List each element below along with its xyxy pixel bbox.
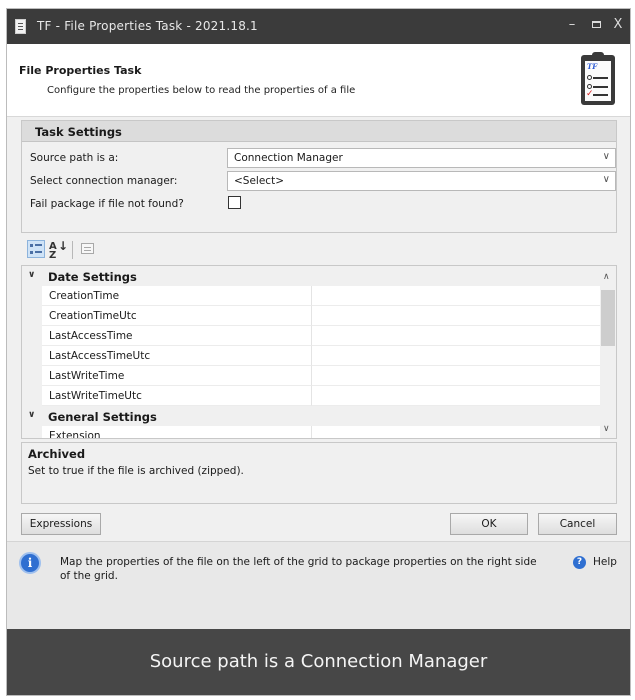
- collapse-chevron-icon[interactable]: ∨: [28, 410, 35, 420]
- sort-alphabetical-icon[interactable]: A Z ↓: [49, 240, 68, 261]
- ok-button[interactable]: OK: [450, 513, 528, 535]
- property-pages-icon[interactable]: [79, 240, 97, 258]
- help-icon[interactable]: ?: [573, 556, 586, 569]
- collapse-chevron-icon[interactable]: ∨: [28, 270, 35, 280]
- grid-category-row[interactable]: ∨ Date Settings: [22, 266, 602, 286]
- property-grid-toolbar: A Z ↓: [21, 237, 617, 263]
- property-name: LastAccessTime: [42, 326, 312, 346]
- grid-property-row[interactable]: LastAccessTime: [22, 326, 602, 346]
- info-text: Map the properties of the file on the le…: [60, 556, 537, 582]
- grid-category-label: Date Settings: [48, 270, 137, 284]
- grid-property-row[interactable]: CreationTime: [22, 286, 602, 306]
- grid-property-row[interactable]: LastWriteTime: [22, 366, 602, 386]
- property-grid: ∨ Date Settings CreationTime CreationTimeUt…: [21, 265, 617, 439]
- fail-if-not-found-row: Fail package if file not found?: [22, 194, 616, 216]
- row-gutter: [22, 386, 42, 406]
- description-title: Archived: [28, 447, 86, 461]
- grid-scrollbar[interactable]: ∧ ∨: [600, 266, 616, 438]
- grid-category-row[interactable]: ∨ General Settings: [22, 406, 602, 426]
- property-name: Extension: [42, 426, 312, 438]
- scroll-down-icon[interactable]: ∨: [603, 424, 610, 434]
- maximize-button[interactable]: [589, 17, 603, 32]
- connection-manager-label: Select connection manager:: [30, 175, 178, 187]
- help-link[interactable]: Help: [593, 556, 617, 568]
- chevron-down-icon: ∨: [602, 151, 610, 162]
- property-name: CreationTimeUtc: [42, 306, 312, 326]
- source-path-label: Source path is a:: [30, 152, 119, 164]
- clipboard-checklist-icon: TF ✓: [581, 52, 615, 105]
- property-value-cell[interactable]: [312, 366, 602, 386]
- property-value-cell[interactable]: [312, 386, 602, 406]
- categorized-view-icon[interactable]: [27, 240, 45, 258]
- row-gutter: [22, 346, 42, 366]
- property-value-cell[interactable]: [312, 306, 602, 326]
- fail-if-not-found-label: Fail package if file not found?: [30, 198, 184, 210]
- dialog-window: TF - File Properties Task - 2021.18.1 – …: [6, 8, 631, 696]
- fail-if-not-found-checkbox[interactable]: [228, 196, 241, 209]
- grid-property-row[interactable]: LastAccessTimeUtc: [22, 346, 602, 366]
- info-icon: i: [19, 552, 41, 574]
- toolbar-divider: [72, 241, 73, 259]
- connection-manager-value: <Select>: [234, 175, 284, 187]
- header-title: File Properties Task: [19, 64, 142, 77]
- description-panel: Archived Set to true if the file is arch…: [21, 442, 617, 504]
- app-icon: [15, 19, 26, 34]
- row-gutter: [22, 326, 42, 346]
- cancel-button[interactable]: Cancel: [538, 513, 617, 535]
- window-title: TF - File Properties Task - 2021.18.1: [37, 19, 258, 33]
- header-subtitle: Configure the properties below to read t…: [47, 85, 356, 96]
- source-path-row: Source path is a: Connection Manager ∨: [22, 148, 616, 170]
- property-name: LastWriteTime: [42, 366, 312, 386]
- scrollbar-thumb[interactable]: [601, 290, 615, 346]
- grid-category-label: General Settings: [48, 410, 157, 424]
- property-value-cell[interactable]: [312, 346, 602, 366]
- property-name: LastAccessTimeUtc: [42, 346, 312, 366]
- property-value-cell[interactable]: [312, 426, 602, 438]
- row-gutter: [22, 286, 42, 306]
- dialog-header: File Properties Task Configure the prope…: [7, 44, 630, 117]
- grid-property-row[interactable]: LastWriteTimeUtc: [22, 386, 602, 406]
- property-grid-rows: ∨ Date Settings CreationTime CreationTimeUt…: [22, 266, 602, 438]
- maximize-icon: [591, 21, 601, 28]
- property-value-cell[interactable]: [312, 286, 602, 306]
- grid-property-row[interactable]: CreationTimeUtc: [22, 306, 602, 326]
- row-gutter: [22, 426, 42, 438]
- description-text: Set to true if the file is archived (zip…: [28, 465, 244, 477]
- close-button[interactable]: X: [611, 17, 625, 32]
- task-settings-heading: Task Settings: [22, 121, 616, 142]
- tf-badge: TF: [587, 62, 598, 71]
- grid-property-row[interactable]: Extension: [22, 426, 602, 438]
- property-name: LastWriteTimeUtc: [42, 386, 312, 406]
- source-path-value: Connection Manager: [234, 152, 343, 164]
- connection-manager-row: Select connection manager: <Select> ∨: [22, 171, 616, 193]
- row-gutter: [22, 366, 42, 386]
- title-bar[interactable]: TF - File Properties Task - 2021.18.1 – …: [7, 9, 630, 44]
- property-value-cell[interactable]: [312, 326, 602, 346]
- info-footer: i Map the properties of the file on the …: [7, 541, 630, 629]
- expressions-button[interactable]: Expressions: [21, 513, 101, 535]
- caption-banner: Source path is a Connection Manager: [7, 629, 630, 695]
- minimize-button[interactable]: –: [565, 17, 579, 32]
- source-path-dropdown[interactable]: Connection Manager ∨: [227, 148, 616, 168]
- task-settings-panel: Task Settings Source path is a: Connecti…: [21, 120, 617, 233]
- scroll-up-icon[interactable]: ∧: [603, 272, 610, 282]
- chevron-down-icon: ∨: [602, 174, 610, 185]
- connection-manager-dropdown[interactable]: <Select> ∨: [227, 171, 616, 191]
- row-gutter: [22, 306, 42, 326]
- property-name: CreationTime: [42, 286, 312, 306]
